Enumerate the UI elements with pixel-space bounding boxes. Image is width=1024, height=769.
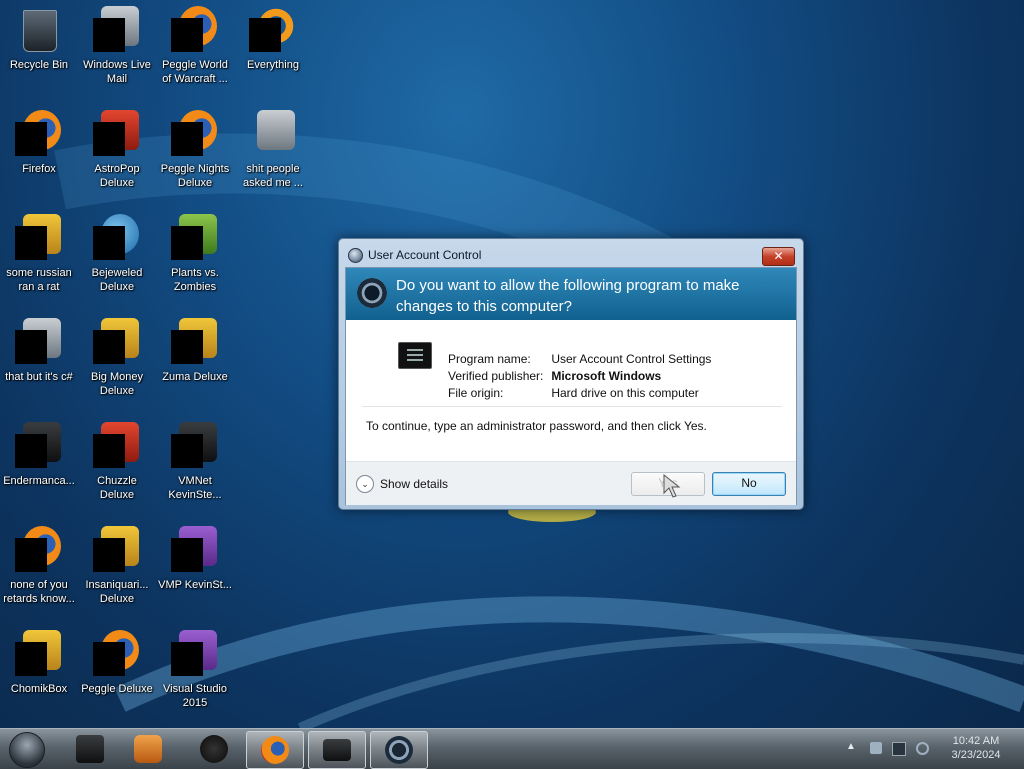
uac-titlebar[interactable]: User Account Control ✕ — [339, 239, 803, 267]
uac-shield-icon — [348, 248, 363, 263]
file-icon — [15, 318, 63, 366]
desktop-icon-plants-vs-zombies[interactable]: Plants vs. Zombies — [158, 212, 232, 312]
firefox-icon — [15, 110, 63, 158]
desktop-icon-endermanca[interactable]: Endermanca... — [2, 420, 76, 520]
folder-icon — [249, 110, 297, 158]
uac-dialog: User Account Control ✕ Do you want to al… — [338, 238, 804, 510]
desktop-icon-big-money-deluxe[interactable]: Big Money Deluxe — [80, 316, 154, 416]
divider — [362, 406, 782, 407]
desktop-icon-zuma-deluxe[interactable]: Zuma Deluxe — [158, 316, 232, 416]
desktop-icon-peggle-nights-deluxe[interactable]: Peggle Nights Deluxe — [158, 108, 232, 208]
origin-value: Hard drive on this computer — [551, 386, 699, 400]
uac-content: Do you want to allow the following progr… — [345, 267, 797, 505]
bejeweled-icon — [93, 214, 141, 262]
show-details-toggle[interactable]: ⌄ Show details — [356, 475, 448, 493]
desktop-icon-chuzzle-deluxe[interactable]: Chuzzle Deluxe — [80, 420, 154, 520]
close-icon: ✕ — [773, 249, 784, 263]
clock-date: 3/23/2024 — [951, 749, 1001, 761]
no-button[interactable]: No — [712, 472, 786, 496]
program-name-label: Program name: — [448, 352, 531, 366]
desktop-icon-recycle-bin[interactable]: Recycle Bin — [2, 4, 76, 104]
desktop-icon-insaniquarium-deluxe[interactable]: Insaniquari... Deluxe — [80, 524, 154, 624]
console-icon — [76, 735, 104, 763]
taskbar-app-media-player[interactable] — [120, 731, 176, 767]
desktop-icon-that-but-its-csharp[interactable]: that but it's c# — [2, 316, 76, 416]
desktop-icon-firefox[interactable]: Firefox — [2, 108, 76, 208]
show-hidden-icons-arrow-icon[interactable]: ▲ — [846, 741, 858, 753]
program-name-value: User Account Control Settings — [551, 352, 712, 366]
file-icon — [15, 214, 63, 262]
astropop-icon — [93, 110, 141, 158]
desktop-icon-vmp-kevinst[interactable]: VMP KevinSt... — [158, 524, 232, 624]
visual-studio-icon — [171, 630, 219, 678]
plants-vs-zombies-icon — [171, 214, 219, 262]
console-icon — [15, 422, 63, 470]
uac-question: Do you want to allow the following progr… — [396, 277, 740, 315]
uac-footer: ⌄ Show details Yes No — [346, 461, 796, 505]
desktop-icon-windows-live-mail[interactable]: Windows Live Mail — [80, 4, 154, 104]
publisher-row: Verified publisher: Microsoft Windows — [448, 369, 661, 383]
taskbar-app-firefox[interactable] — [246, 731, 304, 769]
vm-icon — [171, 526, 219, 574]
desktop-icon-none-of-you-retards-know[interactable]: none of you retards know... — [2, 524, 76, 624]
peggle-deluxe-icon — [93, 630, 141, 678]
uac-message: To continue, type an administrator passw… — [366, 419, 707, 433]
vm-icon — [171, 422, 219, 470]
program-icon — [398, 342, 432, 369]
recycle-bin-icon — [15, 6, 63, 54]
desktop-icon-shit-people-asked-me[interactable]: shit people asked me ... — [236, 108, 310, 208]
firefox-icon — [261, 736, 289, 764]
media-player-icon — [134, 735, 162, 763]
chrome-icon — [15, 526, 63, 574]
obs-icon — [200, 735, 228, 763]
desktop: Recycle Bin Windows Live Mail Peggle Wor… — [0, 0, 1024, 728]
program-name-row: Program name: User Account Control Setti… — [448, 352, 711, 366]
close-button[interactable]: ✕ — [762, 247, 795, 266]
origin-label: File origin: — [448, 386, 504, 400]
console-icon — [323, 739, 351, 761]
taskbar-app-console-2[interactable] — [308, 731, 366, 769]
uac-banner-shield-icon — [357, 278, 387, 308]
zuma-icon — [171, 318, 219, 366]
network-icon[interactable] — [892, 742, 906, 756]
volume-icon[interactable] — [916, 742, 929, 755]
system-tray: ▲ 10:42 AM 3/23/2024 — [840, 729, 1024, 769]
desktop-icon-astropop-deluxe[interactable]: AstroPop Deluxe — [80, 108, 154, 208]
desktop-icon-peggle-world-of-warcraft[interactable]: Peggle World of Warcraft ... — [158, 4, 232, 104]
peggle-nights-icon — [171, 110, 219, 158]
desktop-icon-chomikbox[interactable]: ChomikBox — [2, 628, 76, 728]
publisher-value: Microsoft Windows — [551, 369, 662, 383]
desktop-icon-visual-studio-2015[interactable]: Visual Studio 2015 — [158, 628, 232, 728]
action-center-flag-icon[interactable] — [870, 742, 882, 754]
show-details-label: Show details — [380, 477, 449, 491]
mouse-cursor-icon — [663, 474, 681, 498]
peggle-icon — [171, 6, 219, 54]
clock-time: 10:42 AM — [952, 735, 1000, 747]
chevron-down-icon: ⌄ — [356, 475, 374, 493]
uac-banner: Do you want to allow the following progr… — [346, 268, 796, 320]
desktop-icon-vmnet-kevinste[interactable]: VMNet KevinSte... — [158, 420, 232, 520]
clock[interactable]: 10:42 AM 3/23/2024 — [940, 734, 1012, 762]
big-money-icon — [93, 318, 141, 366]
taskbar-app-console[interactable] — [62, 731, 118, 767]
origin-row: File origin: Hard drive on this computer — [448, 386, 699, 400]
start-button[interactable] — [9, 732, 45, 768]
uac-title: User Account Control — [368, 248, 482, 262]
everything-icon — [249, 6, 297, 54]
publisher-label: Verified publisher: — [448, 369, 544, 383]
desktop-icon-some-russian-ran-a-rat[interactable]: some russian ran a rat — [2, 212, 76, 312]
desktop-icon-bejeweled-deluxe[interactable]: Bejeweled Deluxe — [80, 212, 154, 312]
taskbar-app-obs[interactable] — [186, 731, 242, 767]
mail-icon — [93, 6, 141, 54]
desktop-icon-everything[interactable]: Everything — [236, 4, 310, 104]
chomikbox-icon — [15, 630, 63, 678]
taskbar: ▲ 10:42 AM 3/23/2024 — [0, 728, 1024, 769]
uac-shield-icon — [385, 736, 413, 764]
chuzzle-icon — [93, 422, 141, 470]
insaniquarium-icon — [93, 526, 141, 574]
taskbar-app-uac[interactable] — [370, 731, 428, 769]
desktop-icon-peggle-deluxe[interactable]: Peggle Deluxe — [80, 628, 154, 728]
